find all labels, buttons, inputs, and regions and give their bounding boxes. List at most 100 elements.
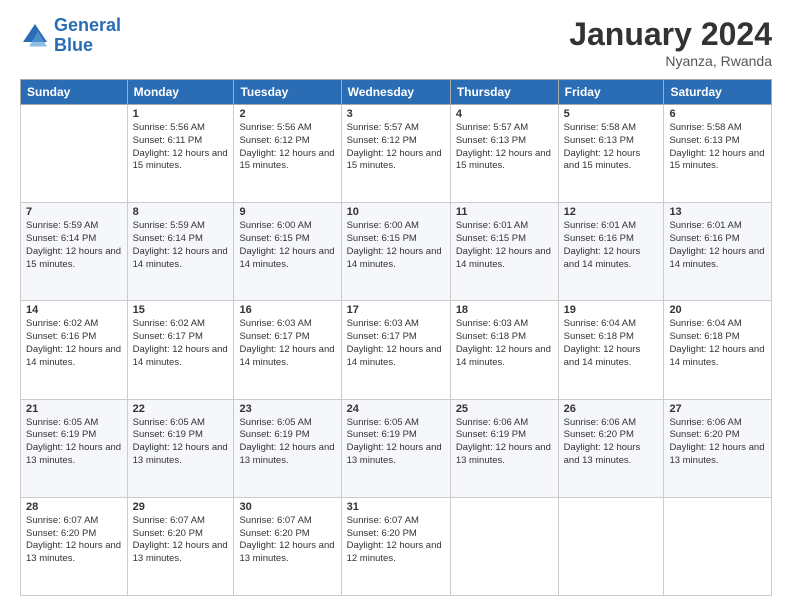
calendar-header-row: Sunday Monday Tuesday Wednesday Thursday… [21, 80, 772, 105]
day-number: 23 [239, 403, 335, 415]
day-number: 11 [456, 206, 553, 218]
day-info: Sunrise: 6:03 AMSunset: 6:18 PMDaylight:… [456, 318, 553, 369]
day-number: 14 [26, 304, 122, 316]
col-friday: Friday [558, 80, 664, 105]
calendar-cell: 14Sunrise: 6:02 AMSunset: 6:16 PMDayligh… [21, 301, 128, 399]
day-info: Sunrise: 6:00 AMSunset: 6:15 PMDaylight:… [239, 220, 335, 271]
day-number: 26 [564, 403, 659, 415]
day-info: Sunrise: 6:04 AMSunset: 6:18 PMDaylight:… [669, 318, 766, 369]
calendar-cell: 27Sunrise: 6:06 AMSunset: 6:20 PMDayligh… [664, 399, 772, 497]
col-tuesday: Tuesday [234, 80, 341, 105]
col-saturday: Saturday [664, 80, 772, 105]
day-number: 13 [669, 206, 766, 218]
calendar-cell: 15 Sunrise: 6:02 AMSunset: 6:17 PMDayligh… [127, 301, 234, 399]
day-number: 3 [347, 108, 445, 120]
day-info: Sunrise: 6:07 AMSunset: 6:20 PMDaylight:… [347, 515, 445, 566]
calendar-cell: 16 Sunrise: 6:03 AMSunset: 6:17 PMDayligh… [234, 301, 341, 399]
calendar-cell: 31 Sunrise: 6:07 AMSunset: 6:20 PMDayligh… [341, 497, 450, 595]
logo: General Blue [20, 16, 121, 56]
day-number: 10 [347, 206, 445, 218]
day-number: 15 [133, 304, 229, 316]
day-number: 16 [239, 304, 335, 316]
day-info: Sunrise: 6:06 AMSunset: 6:20 PMDaylight:… [669, 417, 766, 468]
day-info: Sunrise: 6:07 AMSunset: 6:20 PMDaylight:… [26, 515, 122, 566]
calendar-week-row: 1 Sunrise: 5:56 AMSunset: 6:11 PMDaylight… [21, 105, 772, 203]
day-info: Sunrise: 5:59 AMSunset: 6:14 PMDaylight:… [133, 220, 229, 271]
day-info: Sunrise: 6:05 AMSunset: 6:19 PMDaylight:… [26, 417, 122, 468]
day-number: 6 [669, 108, 766, 120]
logo-icon [20, 21, 50, 51]
calendar-week-row: 28 Sunrise: 6:07 AMSunset: 6:20 PMDayligh… [21, 497, 772, 595]
month-title: January 2024 [569, 16, 772, 53]
day-number: 28 [26, 501, 122, 513]
calendar-cell: 28 Sunrise: 6:07 AMSunset: 6:20 PMDayligh… [21, 497, 128, 595]
day-info: Sunrise: 5:56 AMSunset: 6:11 PMDaylight:… [133, 122, 229, 173]
day-number: 29 [133, 501, 229, 513]
day-info: Sunrise: 6:07 AMSunset: 6:20 PMDaylight:… [133, 515, 229, 566]
calendar-cell: 17 Sunrise: 6:03 AMSunset: 6:17 PMDayligh… [341, 301, 450, 399]
calendar-cell: 30Sunrise: 6:07 AMSunset: 6:20 PMDayligh… [234, 497, 341, 595]
day-number: 4 [456, 108, 553, 120]
day-number: 24 [347, 403, 445, 415]
day-number: 2 [239, 108, 335, 120]
calendar-cell: 22 Sunrise: 6:05 AMSunset: 6:19 PMDayligh… [127, 399, 234, 497]
day-info: Sunrise: 6:02 AMSunset: 6:17 PMDaylight:… [133, 318, 229, 369]
col-sunday: Sunday [21, 80, 128, 105]
calendar-table: Sunday Monday Tuesday Wednesday Thursday… [20, 79, 772, 596]
day-info: Sunrise: 6:03 AMSunset: 6:17 PMDaylight:… [347, 318, 445, 369]
calendar-week-row: 21 Sunrise: 6:05 AMSunset: 6:19 PMDayligh… [21, 399, 772, 497]
calendar-cell: 11Sunrise: 6:01 AMSunset: 6:15 PMDayligh… [450, 203, 558, 301]
day-number: 19 [564, 304, 659, 316]
calendar-cell: 29 Sunrise: 6:07 AMSunset: 6:20 PMDayligh… [127, 497, 234, 595]
day-number: 1 [133, 108, 229, 120]
calendar-cell: 24 Sunrise: 6:05 AMSunset: 6:19 PMDayligh… [341, 399, 450, 497]
day-info: Sunrise: 5:59 AMSunset: 6:14 PMDaylight:… [26, 220, 122, 271]
title-block: January 2024 Nyanza, Rwanda [569, 16, 772, 69]
calendar-cell: 1 Sunrise: 5:56 AMSunset: 6:11 PMDaylight… [127, 105, 234, 203]
calendar-cell: 9 Sunrise: 6:00 AMSunset: 6:15 PMDaylight… [234, 203, 341, 301]
header: General Blue January 2024 Nyanza, Rwanda [20, 16, 772, 69]
day-info: Sunrise: 5:58 AMSunset: 6:13 PMDaylight:… [669, 122, 766, 173]
logo-text: General Blue [54, 16, 121, 56]
day-number: 22 [133, 403, 229, 415]
day-number: 8 [133, 206, 229, 218]
calendar-cell [558, 497, 664, 595]
day-number: 9 [239, 206, 335, 218]
location-subtitle: Nyanza, Rwanda [569, 53, 772, 69]
calendar-cell: 5Sunrise: 5:58 AMSunset: 6:13 PMDaylight… [558, 105, 664, 203]
day-number: 17 [347, 304, 445, 316]
col-wednesday: Wednesday [341, 80, 450, 105]
day-info: Sunrise: 6:01 AMSunset: 6:16 PMDaylight:… [669, 220, 766, 271]
day-number: 25 [456, 403, 553, 415]
day-info: Sunrise: 5:58 AMSunset: 6:13 PMDaylight:… [564, 122, 659, 173]
day-info: Sunrise: 5:57 AMSunset: 6:13 PMDaylight:… [456, 122, 553, 173]
calendar-cell: 23Sunrise: 6:05 AMSunset: 6:19 PMDayligh… [234, 399, 341, 497]
calendar-cell: 8 Sunrise: 5:59 AMSunset: 6:14 PMDaylight… [127, 203, 234, 301]
calendar-cell: 21 Sunrise: 6:05 AMSunset: 6:19 PMDayligh… [21, 399, 128, 497]
calendar-cell: 20Sunrise: 6:04 AMSunset: 6:18 PMDayligh… [664, 301, 772, 399]
day-info: Sunrise: 6:04 AMSunset: 6:18 PMDaylight:… [564, 318, 659, 369]
day-info: Sunrise: 5:57 AMSunset: 6:12 PMDaylight:… [347, 122, 445, 173]
calendar-week-row: 14Sunrise: 6:02 AMSunset: 6:16 PMDayligh… [21, 301, 772, 399]
day-number: 21 [26, 403, 122, 415]
calendar-cell: 12Sunrise: 6:01 AMSunset: 6:16 PMDayligh… [558, 203, 664, 301]
day-number: 7 [26, 206, 122, 218]
calendar-cell [664, 497, 772, 595]
calendar-cell [450, 497, 558, 595]
day-info: Sunrise: 6:06 AMSunset: 6:20 PMDaylight:… [564, 417, 659, 468]
calendar-cell: 13 Sunrise: 6:01 AMSunset: 6:16 PMDayligh… [664, 203, 772, 301]
day-info: Sunrise: 5:56 AMSunset: 6:12 PMDaylight:… [239, 122, 335, 173]
calendar-cell: 10 Sunrise: 6:00 AMSunset: 6:15 PMDayligh… [341, 203, 450, 301]
calendar-cell [21, 105, 128, 203]
day-info: Sunrise: 6:03 AMSunset: 6:17 PMDaylight:… [239, 318, 335, 369]
day-info: Sunrise: 6:00 AMSunset: 6:15 PMDaylight:… [347, 220, 445, 271]
page: General Blue January 2024 Nyanza, Rwanda… [0, 0, 792, 612]
day-number: 31 [347, 501, 445, 513]
col-thursday: Thursday [450, 80, 558, 105]
day-number: 30 [239, 501, 335, 513]
calendar-cell: 2 Sunrise: 5:56 AMSunset: 6:12 PMDaylight… [234, 105, 341, 203]
day-info: Sunrise: 6:05 AMSunset: 6:19 PMDaylight:… [133, 417, 229, 468]
calendar-cell: 18Sunrise: 6:03 AMSunset: 6:18 PMDayligh… [450, 301, 558, 399]
day-info: Sunrise: 6:05 AMSunset: 6:19 PMDaylight:… [347, 417, 445, 468]
calendar-cell: 7 Sunrise: 5:59 AMSunset: 6:14 PMDaylight… [21, 203, 128, 301]
